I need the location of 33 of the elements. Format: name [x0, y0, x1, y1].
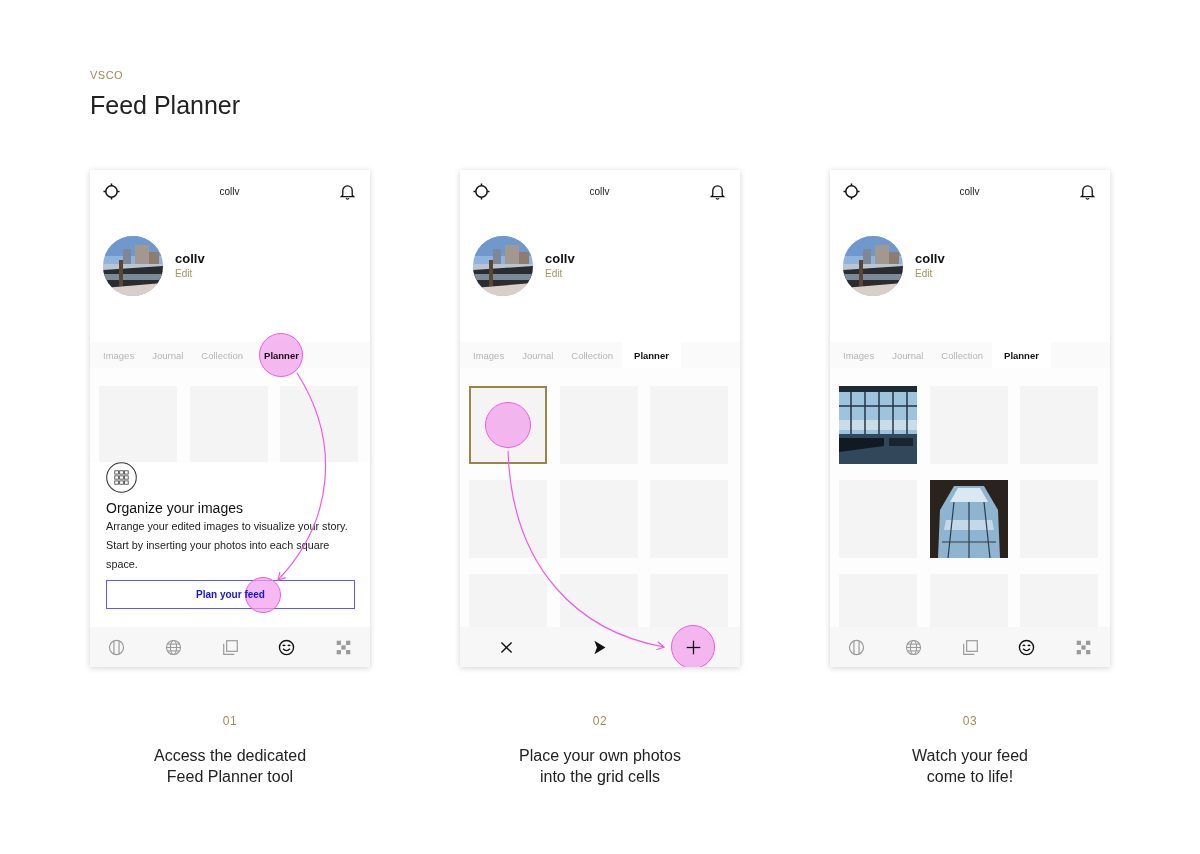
- header-title: collv: [219, 185, 240, 197]
- step-caption: into the grid cells: [539, 767, 661, 787]
- header-title: collv: [959, 185, 980, 197]
- header-title: collv: [589, 185, 610, 197]
- brand-label: VSCO: [90, 68, 125, 82]
- profile-name: collv: [545, 250, 575, 267]
- tab[interactable]: Collection: [192, 342, 253, 368]
- tab[interactable]: Collection: [932, 342, 993, 368]
- tab[interactable]: Journal: [883, 342, 933, 368]
- edit-link[interactable]: Edit: [545, 267, 575, 281]
- page-title: Feed Planner: [90, 90, 242, 120]
- tab[interactable]: Journal: [513, 342, 563, 368]
- step-caption: Watch your feed: [912, 746, 1028, 766]
- tab[interactable]: Planner: [992, 342, 1051, 368]
- edit-link[interactable]: Edit: [915, 267, 945, 281]
- step-number: 01: [222, 714, 238, 728]
- step-caption: come to life!: [926, 767, 1014, 787]
- step-number: 03: [962, 714, 978, 728]
- tab[interactable]: Journal: [143, 342, 193, 368]
- tab[interactable]: Images: [94, 342, 144, 368]
- profile-name: collv: [175, 250, 205, 267]
- tab[interactable]: Collection: [562, 342, 623, 368]
- intro-title: Organize your images: [106, 499, 243, 517]
- tab[interactable]: Images: [464, 342, 514, 368]
- tab[interactable]: Images: [834, 342, 884, 368]
- tab[interactable]: Planner: [252, 333, 311, 377]
- step-number: 02: [592, 714, 608, 728]
- profile-name: collv: [915, 250, 945, 267]
- step-caption: Place your own photos: [519, 746, 681, 766]
- step-caption: Access the dedicated: [153, 746, 307, 766]
- step-caption: Feed Planner tool: [166, 767, 294, 787]
- tab[interactable]: Planner: [622, 342, 681, 368]
- edit-link[interactable]: Edit: [175, 267, 205, 281]
